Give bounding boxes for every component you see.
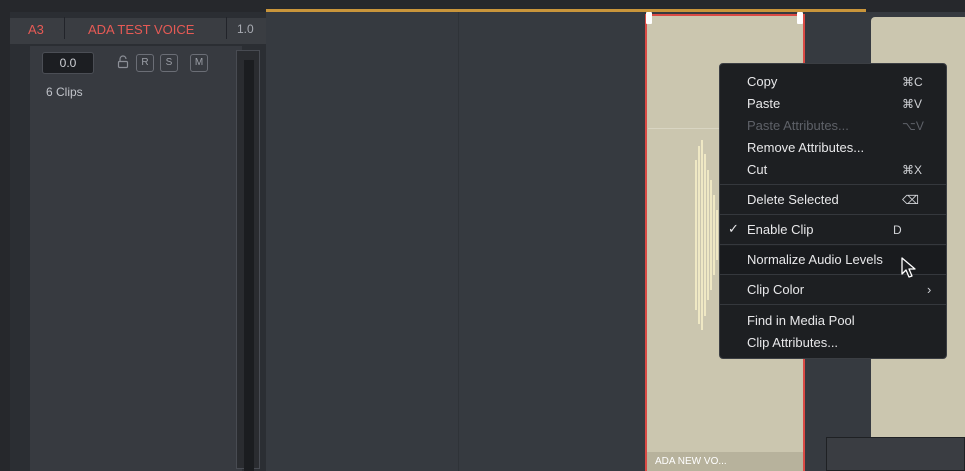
lock-icon[interactable]: [116, 55, 130, 69]
menu-item-clip-attributes[interactable]: Clip Attributes...: [747, 335, 838, 350]
menu-item-paste[interactable]: Paste: [747, 96, 780, 111]
check-icon: ✓: [728, 221, 739, 236]
mute-button[interactable]: M: [190, 54, 208, 72]
track-level: 1.0: [237, 22, 254, 36]
divider: [226, 17, 227, 39]
divider: [64, 17, 65, 39]
menu-item-delete-selected[interactable]: Delete Selected: [747, 192, 839, 207]
submenu-arrow-icon: ›: [927, 282, 932, 297]
shortcut-copy: ⌘C: [902, 75, 923, 89]
menu-item-copy[interactable]: Copy: [747, 74, 777, 89]
shortcut-paste-attributes: ⌥V: [902, 119, 924, 133]
track-volume-field[interactable]: 0.0: [42, 52, 94, 74]
track-name[interactable]: ADA TEST VOICE: [88, 22, 194, 37]
menu-item-normalize-audio-levels[interactable]: Normalize Audio Levels: [747, 252, 883, 267]
menu-item-clip-color[interactable]: Clip Color: [747, 282, 804, 297]
record-arm-button[interactable]: R: [136, 54, 154, 72]
menu-separator: [720, 244, 946, 245]
timeline-range-bar: [266, 9, 866, 12]
clip-name: ADA NEW VO...: [655, 456, 727, 467]
track-header-body: [30, 46, 242, 471]
shortcut-delete-selected: ⌫: [902, 193, 919, 207]
menu-item-find-in-media-pool[interactable]: Find in Media Pool: [747, 313, 855, 328]
menu-item-paste-attributes: Paste Attributes...: [747, 118, 849, 133]
menu-item-enable-clip[interactable]: Enable Clip: [747, 222, 814, 237]
pointer-cursor-icon: [901, 257, 916, 278]
clip-count: 6 Clips: [46, 85, 83, 99]
shortcut-enable-clip: D: [893, 223, 902, 237]
menu-separator: [720, 184, 946, 185]
solo-button[interactable]: S: [160, 54, 178, 72]
timeline-grid-line: [458, 12, 459, 471]
shortcut-cut: ⌘X: [902, 163, 923, 177]
clip-trim-handle-right[interactable]: [797, 12, 803, 24]
menu-item-cut[interactable]: Cut: [747, 162, 767, 177]
shortcut-paste: ⌘V: [902, 97, 923, 111]
menu-item-remove-attributes[interactable]: Remove Attributes...: [747, 140, 864, 155]
audio-meter-bar: [244, 60, 254, 471]
menu-separator: [720, 304, 946, 305]
clip-trim-handle-left[interactable]: [646, 12, 652, 24]
panel-corner: [826, 437, 965, 471]
menu-separator: [720, 214, 946, 215]
track-id[interactable]: A3: [28, 22, 44, 37]
